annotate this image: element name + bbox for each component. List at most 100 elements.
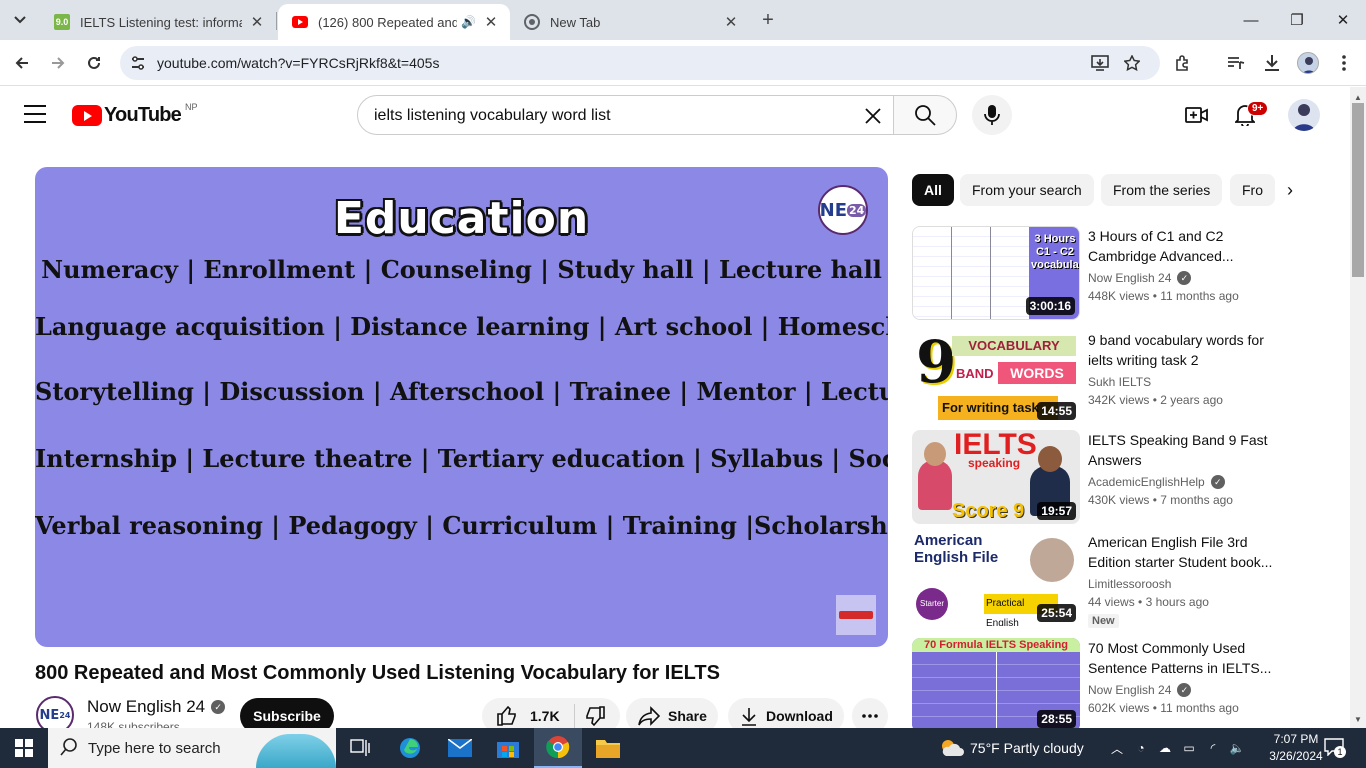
close-window-button[interactable]: ✕ [1329, 6, 1357, 34]
chevron-up-icon[interactable]: ︿ [1108, 739, 1126, 757]
restore-button[interactable]: ❐ [1283, 6, 1311, 34]
like-button[interactable] [482, 705, 522, 727]
thumbnail-heading: Education [333, 193, 590, 244]
chip-all[interactable]: All [912, 174, 954, 206]
chip-from-channel[interactable]: Fro [1230, 174, 1275, 206]
video-duration: 25:54 [1037, 604, 1076, 622]
start-button[interactable] [0, 728, 48, 768]
forward-button[interactable] [45, 50, 71, 76]
search-button[interactable] [893, 95, 957, 135]
menu-icon[interactable] [24, 105, 46, 123]
search-input[interactable]: ielts listening vocabulary word list [357, 95, 894, 135]
close-icon[interactable]: ✕ [722, 13, 740, 31]
video-thumbnail[interactable]: IELTS speaking Score 9 19:57 [912, 430, 1080, 524]
weather-text[interactable]: 75°F Partly cloudy [970, 740, 1084, 756]
browser-profile-avatar[interactable] [1297, 52, 1319, 74]
verified-icon: ✓ [211, 700, 226, 714]
minimize-button[interactable]: — [1237, 6, 1265, 34]
downloads-icon[interactable] [1259, 50, 1285, 76]
store-icon[interactable] [484, 728, 532, 768]
tab-ielts-listening[interactable]: 9.0 IELTS Listening test: information ✕ [40, 4, 276, 40]
windows-taskbar: Type here to search 75°F Partly cloudy ︿… [0, 728, 1366, 768]
taskbar-search-box[interactable]: Type here to search [48, 728, 336, 768]
youtube-logo[interactable]: YouTube NP [72, 102, 198, 127]
recommendation-channel: AcademicEnglishHelp ✓ [1088, 475, 1225, 489]
scroll-up-arrow[interactable]: ▲ [1352, 91, 1364, 103]
star-icon[interactable] [1120, 52, 1144, 74]
close-icon[interactable]: ✕ [482, 13, 500, 31]
close-icon[interactable]: ✕ [248, 13, 266, 31]
recommendation-item[interactable]: 70 Formula IELTS Speaking 28:55 70 Most … [912, 638, 1342, 732]
recommendation-item[interactable]: American English File Starter Practical … [912, 532, 1342, 628]
system-clock[interactable]: 7:07 PM 3/26/2024 [1263, 731, 1329, 765]
action-center-icon[interactable]: 1 [1324, 738, 1346, 758]
chrome-taskbar-icon[interactable] [534, 728, 582, 768]
file-explorer-icon[interactable] [584, 728, 632, 768]
video-thumbnail[interactable]: 9 VOCABULARY BAND WORDS For writing task… [912, 330, 1080, 424]
scroll-down-arrow[interactable]: ▼ [1352, 713, 1364, 725]
recommendation-item[interactable]: 9 VOCABULARY BAND WORDS For writing task… [912, 330, 1342, 424]
chip-from-the-series[interactable]: From the series [1101, 174, 1223, 206]
chrome-favicon [524, 14, 540, 30]
channel-name[interactable]: Now English 24 ✓ [87, 697, 226, 717]
recommendation-item[interactable]: IELTS speaking Score 9 19:57 IELTS Speak… [912, 430, 1342, 524]
wifi-icon[interactable]: ◜ [1204, 739, 1222, 757]
volume-icon[interactable]: 🔈 [1228, 739, 1246, 757]
omnibox[interactable]: youtube.com/watch?v=FYRCsRjRkf8&t=405s [120, 46, 1160, 80]
onedrive-icon[interactable]: ☁ [1156, 739, 1174, 757]
new-tab-button[interactable]: + [756, 8, 780, 32]
chevron-right-icon[interactable]: › [1278, 178, 1302, 202]
site-info-icon[interactable] [128, 53, 148, 73]
speaker-icon[interactable]: 🔊 [461, 15, 476, 29]
chevron-down-icon [14, 16, 26, 24]
mail-icon[interactable] [436, 728, 484, 768]
filter-chips: All From your search From the series Fro [912, 174, 1302, 206]
install-app-icon[interactable] [1088, 52, 1112, 74]
create-video-button[interactable] [1183, 101, 1211, 129]
video-camera-plus-icon [1185, 107, 1208, 123]
account-avatar[interactable] [1288, 99, 1320, 131]
meet-now-icon[interactable]: ◔ [1132, 739, 1150, 757]
weather-icon[interactable] [938, 736, 964, 765]
battery-icon[interactable]: ▭ [1180, 739, 1198, 757]
recommendation-meta: 342K views • 2 years ago [1088, 393, 1223, 407]
recommendation-title: IELTS Speaking Band 9 Fast Answers [1088, 432, 1268, 468]
video-player[interactable]: Education NE 24 Numeracy | Enrollment | C… [35, 167, 888, 647]
youtube-favicon [292, 14, 308, 30]
like-count: 1.7K [530, 708, 560, 724]
tab-youtube-video[interactable]: (126) 800 Repeated and Mo 🔊 ✕ [278, 4, 510, 40]
recommendation-item[interactable]: 3 Hours C1 - C2 vocabulary 3:00:16 3 Hou… [912, 226, 1342, 320]
media-controls-icon[interactable] [1223, 50, 1249, 76]
recommendation-title: 3 Hours of C1 and C2 Cambridge Advanced.… [1088, 228, 1234, 264]
video-thumbnail[interactable]: 3 Hours C1 - C2 vocabulary 3:00:16 [912, 226, 1080, 320]
recommendation-meta: 602K views • 11 months ago [1088, 701, 1239, 715]
thumbs-up-icon [497, 705, 516, 726]
clear-search-icon[interactable] [859, 102, 887, 130]
edge-icon[interactable] [386, 728, 434, 768]
task-view-icon[interactable] [336, 728, 384, 768]
tab-search-button[interactable] [6, 7, 34, 33]
video-thumbnail[interactable]: 70 Formula IELTS Speaking 28:55 [912, 638, 1080, 732]
notification-badge: 9+ [1247, 101, 1269, 116]
dislike-button[interactable] [575, 705, 615, 727]
url-text: youtube.com/watch?v=FYRCsRjRkf8&t=405s [157, 55, 440, 71]
video-thumbnail[interactable]: American English File Starter Practical … [912, 532, 1080, 626]
youtube-header: YouTube NP ielts listening vocabulary wo… [0, 87, 1350, 143]
back-button[interactable] [9, 50, 35, 76]
arrow-left-icon [15, 57, 28, 69]
extensions-icon[interactable] [1170, 50, 1196, 76]
tab-title: IELTS Listening test: information [80, 14, 242, 30]
scrollbar-thumb[interactable] [1352, 103, 1364, 277]
chrome-menu-icon[interactable] [1331, 50, 1357, 76]
tab-new-tab[interactable]: New Tab ✕ [510, 4, 750, 40]
vocab-line-5: Verbal reasoning | Pedagogy | Curriculum… [35, 511, 888, 540]
recommendation-title: American English File 3rd Edition starte… [1088, 534, 1273, 570]
reload-button[interactable] [81, 50, 107, 76]
chip-from-your-search[interactable]: From your search [960, 174, 1094, 206]
subscribe-overlay-icon[interactable] [836, 595, 876, 635]
recommendation-channel: Now English 24 ✓ [1088, 271, 1192, 285]
voice-search-button[interactable] [972, 95, 1012, 135]
verified-icon: ✓ [1177, 683, 1192, 697]
video-title: 800 Repeated and Most Commonly Used List… [35, 662, 720, 684]
verified-icon: ✓ [1210, 475, 1225, 489]
